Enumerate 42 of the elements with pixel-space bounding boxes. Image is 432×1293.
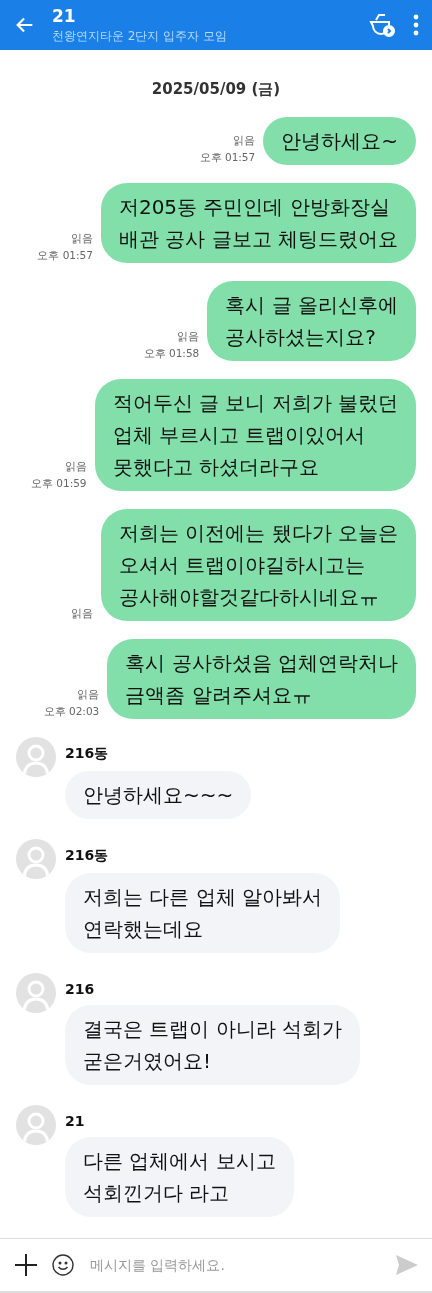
cup-icon (368, 12, 396, 38)
sent-message: 혹시 글 올리신후에 공사하셨는지요? (207, 281, 416, 361)
read-status: 읽음 (177, 330, 200, 344)
sent-message: 저희는 이전에는 됐다가 오늘은 오셔서 트랩이야길하시고는 공사해야할것같다하시네요ㅠ (100, 509, 416, 621)
message-time: 오후 01:57 (37, 249, 93, 263)
sender-name: 216동 (65, 847, 109, 865)
more-icon (412, 13, 420, 37)
menu-button[interactable] (412, 13, 420, 37)
read-status: 읽음 (70, 232, 93, 246)
sender-name: 216동 (65, 745, 109, 763)
avatar-icon (16, 839, 56, 879)
received-message: 저희는 다른 업체 알아봐서 연락했는데요 (65, 873, 341, 953)
cup-button[interactable] (368, 12, 396, 38)
read-status: 읽음 (64, 460, 87, 474)
sent-message: 적어두신 글 보니 저희가 불렀던 업체 부르시고 트랩이있어서 못했다고 하셨더라구요 (94, 379, 416, 491)
read-status: 읽음 (70, 607, 93, 621)
smiley-icon (52, 1254, 74, 1276)
date-separator: 2025/05/09 (금) (151, 80, 281, 99)
message-time: 오후 01:58 (143, 347, 200, 361)
chat-title: 21 (52, 5, 77, 26)
sender-name: 216 (65, 981, 95, 997)
message-time: 오후 02:03 (43, 705, 100, 719)
sent-message: 저205동 주민인데 안방화장실 배관 공사 글보고 체팅드렸어요 (100, 183, 416, 263)
sent-message: 혹시 공사하셨음 업체연락처나 금액좀 알려주셔요ㅠ (107, 639, 416, 719)
sent-message: 안녕하세요~ (263, 117, 416, 165)
message-time: 오후 01:57 (199, 151, 256, 165)
received-message: 다른 업체에서 보시고 석회낀거다 라고 (65, 1137, 294, 1217)
received-message: 결국은 트랩이 아니라 석회가 굳은거였어요! (65, 1005, 361, 1085)
add-button[interactable] (14, 1253, 38, 1277)
send-icon (396, 1255, 418, 1275)
emoji-button[interactable] (52, 1254, 74, 1276)
message-input[interactable]: 메시지를 입력하세요. (88, 1256, 382, 1274)
message-time: 오후 01:59 (30, 477, 87, 491)
received-message: 안녕하세요~~~ (65, 771, 252, 819)
avatar-icon (16, 973, 56, 1013)
read-status: 읽음 (77, 688, 100, 702)
read-status: 읽음 (233, 134, 256, 148)
plus-icon (14, 1253, 38, 1277)
avatar-icon (16, 1105, 56, 1145)
chat-subtitle: 천왕연지타운 2단지 입주자 모임 (52, 27, 229, 45)
avatar-icon (16, 737, 56, 777)
sender-name: 21 (65, 1113, 85, 1129)
